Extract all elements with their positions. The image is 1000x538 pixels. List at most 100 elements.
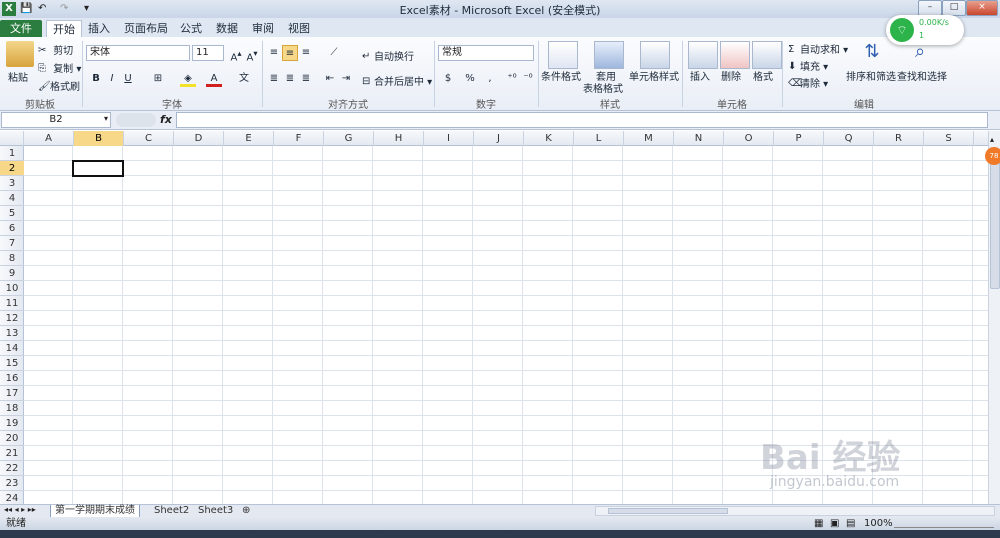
row-header-21[interactable]: 21: [0, 446, 24, 461]
column-header-b[interactable]: B: [74, 131, 124, 146]
column-header-i[interactable]: I: [424, 131, 474, 146]
format-as-table-icon[interactable]: [594, 41, 624, 69]
formula-input[interactable]: [176, 112, 988, 128]
vertical-scroll-thumb[interactable]: [990, 149, 1000, 289]
row-header-11[interactable]: 11: [0, 296, 24, 311]
border-icon[interactable]: ⊞: [150, 71, 166, 87]
format-cells-icon[interactable]: [752, 41, 782, 69]
row-header-4[interactable]: 4: [0, 191, 24, 206]
zoom-slider[interactable]: [894, 517, 994, 528]
orientation-icon[interactable]: ⟋: [326, 45, 342, 61]
tab-data[interactable]: 数据: [212, 20, 242, 37]
column-header-m[interactable]: M: [624, 131, 674, 146]
number-format-select[interactable]: 常规: [438, 45, 534, 61]
view-page-break-icon[interactable]: ▤: [846, 517, 855, 530]
paste-icon[interactable]: [6, 41, 34, 67]
row-header-20[interactable]: 20: [0, 431, 24, 446]
cell-styles-button[interactable]: 单元格样式: [629, 68, 679, 83]
tab-insert[interactable]: 插入: [84, 20, 114, 37]
tab-page-layout[interactable]: 页面布局: [120, 20, 172, 37]
insert-sheet-icon[interactable]: ⊕: [238, 505, 254, 517]
network-speed-widget[interactable]: ⌔ 0.00K/s 1: [886, 15, 964, 45]
fill-button[interactable]: ⬇ 填充 ▾: [788, 58, 828, 73]
row-header-19[interactable]: 19: [0, 416, 24, 431]
font-color-icon[interactable]: A: [206, 71, 222, 87]
row-header-5[interactable]: 5: [0, 206, 24, 221]
find-select-button[interactable]: 查找和选择: [897, 68, 947, 83]
scroll-up-icon[interactable]: ▴: [990, 135, 999, 145]
align-left-icon[interactable]: ≣: [266, 71, 282, 87]
tab-home[interactable]: 开始: [46, 20, 82, 38]
increase-indent-icon[interactable]: ⇥: [338, 71, 354, 87]
maximize-button[interactable]: □: [942, 0, 966, 16]
row-header-10[interactable]: 10: [0, 281, 24, 296]
select-all-corner[interactable]: [0, 131, 24, 146]
row-header-22[interactable]: 22: [0, 461, 24, 476]
close-button[interactable]: ×: [966, 0, 998, 16]
view-page-layout-icon[interactable]: ▣: [830, 517, 839, 530]
decrease-decimal-icon[interactable]: ⁻⁰: [520, 71, 536, 87]
row-header-18[interactable]: 18: [0, 401, 24, 416]
clear-button[interactable]: ⌫清除 ▾: [788, 75, 828, 90]
align-bottom-icon[interactable]: ≡: [298, 45, 314, 61]
sort-filter-icon[interactable]: ⇅: [858, 41, 886, 67]
row-header-3[interactable]: 3: [0, 176, 24, 191]
side-badge[interactable]: 78: [985, 147, 1000, 165]
column-header-g[interactable]: G: [324, 131, 374, 146]
sheet-nav-icon[interactable]: ◂◂ ◂ ▸ ▸▸: [4, 505, 36, 514]
tab-review[interactable]: 审阅: [248, 20, 278, 37]
insert-function-button[interactable]: fx: [160, 113, 172, 126]
tab-file[interactable]: 文件: [0, 20, 42, 37]
vertical-scrollbar[interactable]: ▴ 78: [985, 131, 1000, 504]
currency-icon[interactable]: $: [440, 71, 456, 87]
view-normal-icon[interactable]: ▦: [814, 517, 823, 530]
row-header-7[interactable]: 7: [0, 236, 24, 251]
underline-button[interactable]: U: [120, 71, 136, 87]
row-header-1[interactable]: 1: [0, 146, 24, 161]
column-header-p[interactable]: P: [774, 131, 824, 146]
column-header-d[interactable]: D: [174, 131, 224, 146]
zoom-level[interactable]: 100%: [864, 517, 893, 530]
row-header-14[interactable]: 14: [0, 341, 24, 356]
column-header-k[interactable]: K: [524, 131, 574, 146]
percent-button[interactable]: %: [462, 71, 478, 87]
column-header-r[interactable]: R: [874, 131, 924, 146]
increase-decimal-icon[interactable]: ⁺⁰: [504, 71, 520, 87]
column-header-f[interactable]: F: [274, 131, 324, 146]
row-header-16[interactable]: 16: [0, 371, 24, 386]
decrease-indent-icon[interactable]: ⇤: [322, 71, 338, 87]
fill-color-icon[interactable]: ◈: [180, 71, 196, 87]
align-center-icon[interactable]: ≣: [282, 71, 298, 87]
column-header-s[interactable]: S: [924, 131, 974, 146]
minimize-button[interactable]: –: [918, 0, 942, 16]
active-cell-b2[interactable]: [72, 160, 124, 177]
italic-button[interactable]: I: [104, 71, 120, 87]
column-header-n[interactable]: N: [674, 131, 724, 146]
tab-formulas[interactable]: 公式: [176, 20, 206, 37]
sheet-tab-3[interactable]: Sheet3: [194, 505, 237, 517]
merge-center-button[interactable]: ⊟ 合并后居中 ▾: [362, 73, 432, 88]
column-header-l[interactable]: L: [574, 131, 624, 146]
column-header-o[interactable]: O: [724, 131, 774, 146]
copy-button[interactable]: ⎘ 复制 ▾: [38, 60, 81, 75]
name-box[interactable]: B2: [1, 112, 111, 128]
grow-font-icon[interactable]: A▴: [228, 45, 244, 63]
row-header-9[interactable]: 9: [0, 266, 24, 281]
horizontal-scrollbar[interactable]: [595, 506, 995, 516]
row-header-8[interactable]: 8: [0, 251, 24, 266]
bold-button[interactable]: B: [88, 71, 104, 87]
align-top-icon[interactable]: ≡: [266, 45, 282, 61]
delete-cells-icon[interactable]: [720, 41, 750, 69]
format-painter-button[interactable]: 🖌格式刷: [38, 78, 80, 93]
column-header-c[interactable]: C: [124, 131, 174, 146]
insert-cells-button[interactable]: 插入: [690, 68, 710, 83]
row-header-6[interactable]: 6: [0, 221, 24, 236]
tab-view[interactable]: 视图: [284, 20, 314, 37]
autosum-button[interactable]: Σ 自动求和 ▾: [788, 41, 848, 56]
sheet-tab-2[interactable]: Sheet2: [150, 505, 193, 517]
delete-cells-button[interactable]: 删除: [721, 68, 741, 83]
comma-icon[interactable]: ,: [482, 71, 498, 87]
format-cells-button[interactable]: 格式: [753, 68, 773, 83]
row-header-12[interactable]: 12: [0, 311, 24, 326]
name-box-dropdown-icon[interactable]: ▾: [104, 114, 108, 123]
